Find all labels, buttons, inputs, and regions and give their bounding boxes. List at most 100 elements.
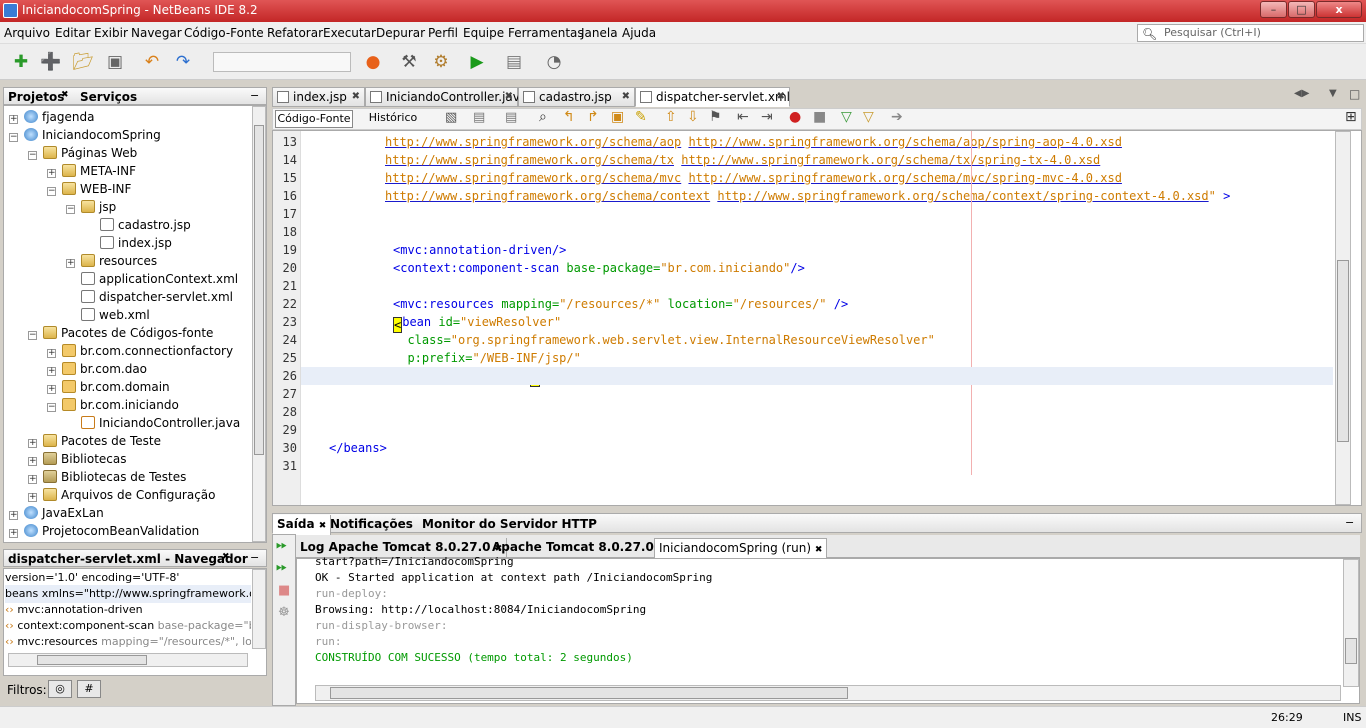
menu-codigo-fonte[interactable]: Código-Fonte — [184, 26, 264, 40]
close-button[interactable]: x — [1316, 1, 1362, 18]
close-icon[interactable]: ✖ — [222, 552, 230, 562]
minimize-panel-icon[interactable]: − — [1345, 516, 1354, 529]
tree-node[interactable]: web.xml — [81, 306, 150, 324]
scroll-thumb[interactable] — [37, 655, 147, 665]
tree-node[interactable]: index.jsp — [100, 234, 172, 252]
redo-icon[interactable]: ↷ — [172, 51, 194, 73]
tab-dispatcher-servlet-xml[interactable]: dispatcher-servlet.xml ✖ — [635, 87, 790, 107]
tree-node[interactable]: + br.com.connectionfactory — [47, 342, 233, 360]
menu-ferramentas[interactable]: Ferramentas — [508, 26, 584, 40]
tree-node[interactable]: − br.com.iniciando — [47, 396, 179, 414]
code-line[interactable]: <bean id="viewResolver" — [393, 315, 561, 333]
code-line[interactable]: <context:component-scan base-package="br… — [393, 261, 805, 275]
tree-node[interactable]: + Bibliotecas — [28, 450, 126, 468]
stop-icon[interactable]: ■ — [278, 583, 290, 598]
save-all-icon[interactable]: ▣ — [104, 51, 126, 73]
new-file-icon[interactable]: ➕ — [40, 51, 62, 73]
output-console[interactable]: start?path=/IniciandocomSpring OK - Start… — [296, 555, 1360, 704]
tree-node[interactable]: applicationContext.xml — [81, 270, 238, 288]
menu-editar[interactable]: Editar — [55, 26, 91, 40]
filter-attributes-button[interactable]: ◎ — [48, 680, 72, 698]
code-line[interactable]: http://www.springframework.org/schema/mv… — [385, 171, 1122, 185]
back-icon[interactable]: ▤ — [473, 110, 485, 125]
menu-ajuda[interactable]: Ajuda — [622, 26, 656, 40]
stop-macro-icon[interactable]: ■ — [813, 109, 826, 125]
undo-icon[interactable]: ↶ — [141, 51, 163, 73]
settings-icon[interactable]: ☸ — [278, 605, 290, 620]
menu-perfil[interactable]: Perfil — [428, 26, 458, 40]
source-mode-button[interactable]: Código-Fonte — [275, 110, 353, 128]
search-input[interactable]: 🔍︎ Pesquisar (Ctrl+I) — [1137, 24, 1364, 42]
tree-node[interactable]: + JavaExLan — [9, 504, 104, 522]
code-line[interactable]: http://www.springframework.org/schema/tx… — [385, 153, 1100, 167]
tree-scrollbar[interactable] — [252, 106, 266, 542]
close-icon[interactable]: ✖ — [622, 88, 630, 106]
forward-icon[interactable]: ▤ — [505, 110, 517, 125]
previous-bookmark-icon[interactable]: ⇧ — [665, 109, 677, 125]
tree-node[interactable]: − Páginas Web — [28, 144, 137, 162]
check-xml-icon[interactable]: ▽ — [841, 109, 852, 125]
tree-node[interactable]: + Pacotes de Teste — [28, 432, 161, 450]
code-line[interactable]: <mvc:resources mapping="/resources/*" lo… — [393, 297, 848, 311]
output-hscrollbar[interactable] — [315, 685, 1341, 701]
close-icon[interactable]: ✖ — [815, 545, 823, 555]
clean-build-icon[interactable]: ⚙ — [430, 51, 452, 73]
validate-xml-icon[interactable]: ▽ — [863, 109, 874, 125]
tab-notificacoes[interactable]: Notificações — [326, 515, 417, 535]
xsl-transform-icon[interactable]: ➔ — [891, 109, 903, 125]
scroll-thumb[interactable] — [1337, 260, 1349, 442]
tree-node[interactable]: − WEB-INF — [47, 180, 131, 198]
scroll-tabs-icon[interactable]: ◀▶ — [1294, 88, 1309, 99]
tree-node[interactable]: IniciandoController.java — [81, 414, 240, 432]
debug-icon[interactable]: ▤ — [503, 51, 525, 73]
output-vscrollbar[interactable] — [1343, 559, 1359, 687]
shift-right-icon[interactable]: ⇥ — [761, 109, 773, 125]
find-selection-icon[interactable]: ▣ — [611, 109, 624, 125]
close-icon[interactable]: ✖ — [352, 88, 360, 106]
tree-node[interactable]: + Arquivos de Configuração — [28, 486, 216, 504]
minimize-panel-icon[interactable]: − — [250, 89, 259, 102]
menu-executar[interactable]: Executar — [323, 26, 376, 40]
tab-saida[interactable]: Saída ✖ — [273, 515, 332, 535]
find-previous-icon[interactable]: ↰ — [563, 109, 575, 125]
tree-node[interactable]: − IniciandocomSpring — [9, 126, 161, 144]
tab-iniciandocontroller-java[interactable]: IniciandoController.java ✖ — [365, 87, 527, 107]
tree-node[interactable]: + fjagenda — [9, 108, 95, 126]
subtab-tomcat[interactable]: Apache Tomcat 8.0.27.0 ✖ — [488, 538, 671, 558]
code-line[interactable]: </beans> — [329, 441, 387, 455]
menu-arquivo[interactable]: Arquivo — [4, 26, 50, 40]
code-line[interactable]: <mvc:annotation-driven/> — [393, 243, 566, 257]
tree-node[interactable]: + br.com.dao — [47, 360, 147, 378]
tab-servicos[interactable]: Serviços — [80, 90, 137, 104]
menu-depurar[interactable]: Depurar — [376, 26, 425, 40]
editor-vscrollbar[interactable] — [1335, 131, 1351, 505]
last-edit-icon[interactable]: ▧ — [445, 110, 457, 125]
tab-index-jsp[interactable]: index.jsp ✖ — [272, 87, 365, 107]
tree-node[interactable]: dispatcher-servlet.xml — [81, 288, 233, 306]
rerun-with-params-icon[interactable]: ⏩︎ — [276, 559, 287, 575]
scroll-thumb[interactable] — [254, 125, 264, 455]
run-icon[interactable]: ▶ — [466, 51, 488, 73]
tree-node[interactable]: + resources — [66, 252, 157, 270]
menu-equipe[interactable]: Equipe — [463, 26, 504, 40]
profile-icon[interactable]: ◔ — [543, 51, 565, 73]
next-bookmark-icon[interactable]: ⇩ — [687, 109, 699, 125]
tree-node[interactable]: − jsp — [66, 198, 116, 216]
toggle-bookmark-icon[interactable]: ⚑ — [709, 109, 722, 125]
navigator-vscrollbar[interactable] — [252, 569, 266, 649]
maximize-button[interactable]: □ — [1288, 1, 1315, 18]
tree-node[interactable]: − Pacotes de Códigos-fonte — [28, 324, 213, 342]
menu-janela[interactable]: Janela — [581, 26, 618, 40]
scroll-thumb[interactable] — [1345, 638, 1357, 664]
split-editor-icon[interactable]: ⊞ — [1345, 109, 1357, 125]
close-icon[interactable]: ✖ — [61, 90, 69, 100]
menu-refatorar[interactable]: Refatorar — [267, 26, 323, 40]
tab-cadastro-jsp[interactable]: cadastro.jsp ✖ — [518, 87, 635, 107]
history-mode-button[interactable]: Histórico — [365, 110, 421, 128]
tree-node[interactable]: + Bibliotecas de Testes — [28, 468, 186, 486]
start-macro-icon[interactable]: ● — [789, 109, 801, 125]
rerun-icon[interactable]: ⏩︎ — [276, 537, 287, 553]
show-opened-documents-icon[interactable]: ▼ — [1329, 88, 1337, 99]
code-line[interactable]: http://www.springframework.org/schema/co… — [385, 189, 1230, 203]
maximize-window-icon[interactable]: □ — [1349, 87, 1360, 101]
